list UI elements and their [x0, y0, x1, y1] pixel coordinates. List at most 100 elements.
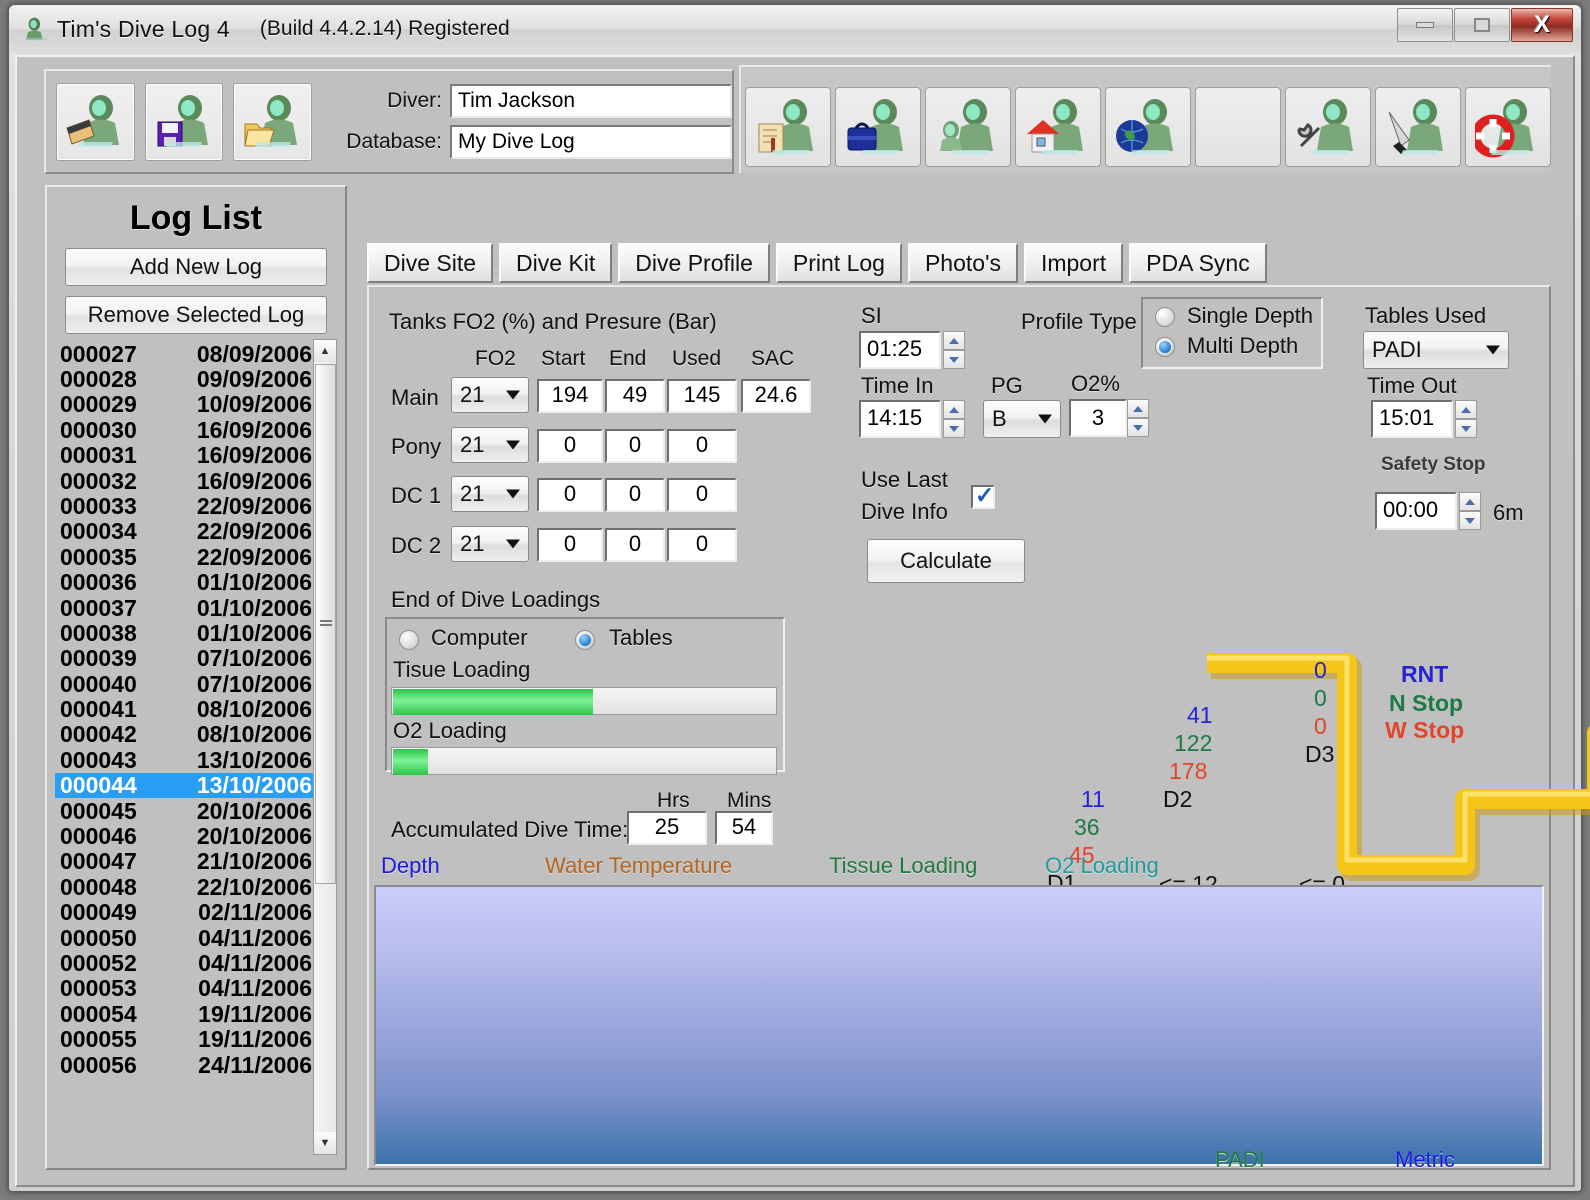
tab-pda-sync[interactable]: PDA Sync: [1129, 243, 1267, 283]
used-dc2[interactable]: 0: [667, 528, 737, 562]
tab-dive-kit[interactable]: Dive Kit: [499, 243, 612, 283]
start-dc2[interactable]: 0: [537, 528, 603, 562]
log-list-item[interactable]: 00003601/10/2006: [55, 570, 313, 595]
log-list-item[interactable]: 00003216/09/2006: [55, 468, 313, 493]
end-dc2[interactable]: 0: [605, 528, 665, 562]
minimize-button[interactable]: [1397, 8, 1453, 42]
pg-select[interactable]: B: [983, 400, 1061, 438]
knife-button[interactable]: [1375, 87, 1461, 167]
open-log-button[interactable]: [233, 83, 312, 161]
log-list-item[interactable]: 00005004/11/2006: [55, 925, 313, 950]
o2pct-spin-up[interactable]: [1127, 399, 1149, 418]
log-list-item[interactable]: 00005304/11/2006: [55, 976, 313, 1001]
diver-input[interactable]: [450, 84, 732, 118]
scrollbar-thumb[interactable]: [315, 364, 336, 884]
log-list-item[interactable]: 00002708/09/2006: [55, 341, 313, 366]
remove-selected-log-button[interactable]: Remove Selected Log: [65, 296, 327, 334]
fo2-select-main[interactable]: 21: [451, 377, 529, 413]
log-list-item[interactable]: 00003322/09/2006: [55, 494, 313, 519]
o2pct-spin-down[interactable]: [1127, 418, 1149, 437]
tab-dive-site[interactable]: Dive Site: [367, 243, 493, 283]
radio-single-depth[interactable]: [1155, 307, 1175, 327]
si-spinner[interactable]: [943, 331, 965, 369]
si-spin-down[interactable]: [943, 350, 965, 369]
used-pony[interactable]: 0: [667, 429, 737, 463]
tab-photos[interactable]: Photo's: [908, 243, 1018, 283]
time-out-input[interactable]: 15:01: [1371, 400, 1453, 438]
scroll-up-arrow[interactable]: ▲: [314, 340, 336, 362]
safety-stop-spinner[interactable]: [1459, 492, 1481, 530]
sac-main[interactable]: 24.6: [741, 379, 811, 413]
log-list-item[interactable]: 00003016/09/2006: [55, 418, 313, 443]
used-dc1[interactable]: 0: [667, 478, 737, 512]
maximize-button[interactable]: [1454, 8, 1510, 42]
log-list-item[interactable]: 00005624/11/2006: [55, 1052, 313, 1077]
radio-multi-depth[interactable]: [1155, 337, 1175, 357]
end-pony[interactable]: 0: [605, 429, 665, 463]
log-list-item[interactable]: 00005519/11/2006: [55, 1027, 313, 1052]
safety-button[interactable]: [1465, 87, 1551, 167]
safety-stop-input[interactable]: 00:00: [1375, 492, 1457, 530]
time-in-spinner[interactable]: [943, 400, 965, 438]
time-in-spin-up[interactable]: [943, 400, 965, 419]
fo2-select-pony[interactable]: 21: [451, 427, 529, 463]
safety-stop-spin-down[interactable]: [1459, 511, 1481, 530]
save-log-button[interactable]: [145, 83, 224, 161]
logbook-button[interactable]: [745, 87, 831, 167]
buddies-button[interactable]: [925, 87, 1011, 167]
log-list-item[interactable]: 00005419/11/2006: [55, 1002, 313, 1027]
time-in-input[interactable]: 14:15: [859, 400, 941, 438]
time-in-spin-down[interactable]: [943, 419, 965, 438]
log-list-item[interactable]: 00003422/09/2006: [55, 519, 313, 544]
safety-stop-spin-up[interactable]: [1459, 492, 1481, 511]
log-list-scroll-area[interactable]: 00002608/09/200600002708/09/200600002809…: [55, 339, 341, 1155]
tab-dive-profile[interactable]: Dive Profile: [618, 243, 770, 283]
log-list-item[interactable]: 00003701/10/2006: [55, 595, 313, 620]
log-list-item[interactable]: 00003116/09/2006: [55, 443, 313, 468]
radio-tables[interactable]: [575, 630, 595, 650]
time-out-spin-up[interactable]: [1455, 400, 1477, 419]
radio-computer[interactable]: [399, 630, 419, 650]
use-last-dive-info-checkbox[interactable]: [971, 485, 995, 509]
database-input[interactable]: [450, 125, 732, 159]
fo2-select-dc2[interactable]: 21: [451, 526, 529, 562]
log-list-item[interactable]: 00003522/09/2006: [55, 545, 313, 570]
log-list-item[interactable]: 00003801/10/2006: [55, 621, 313, 646]
time-out-spinner[interactable]: [1455, 400, 1477, 438]
log-list-item[interactable]: 00004208/10/2006: [55, 722, 313, 747]
home-button[interactable]: [1015, 87, 1101, 167]
tools-button[interactable]: [1285, 87, 1371, 167]
new-log-button[interactable]: [56, 83, 135, 161]
used-main[interactable]: 145: [667, 379, 737, 413]
end-main[interactable]: 49: [605, 379, 665, 413]
close-button[interactable]: X: [1511, 8, 1573, 42]
log-list-item[interactable]: 00003907/10/2006: [55, 646, 313, 671]
accumulated-mins[interactable]: 54: [715, 811, 773, 845]
log-list-item[interactable]: 00002809/09/2006: [55, 367, 313, 392]
log-list-scrollbar[interactable]: ▲ ▼: [313, 339, 337, 1155]
log-list-item[interactable]: 00004007/10/2006: [55, 671, 313, 696]
world-button[interactable]: [1105, 87, 1191, 167]
add-new-log-button[interactable]: Add New Log: [65, 248, 327, 286]
log-list-item[interactable]: 00005204/11/2006: [55, 951, 313, 976]
si-spin-up[interactable]: [943, 331, 965, 350]
start-pony[interactable]: 0: [537, 429, 603, 463]
dive-profile-chart[interactable]: [374, 885, 1544, 1166]
si-input[interactable]: 01:25: [859, 331, 941, 369]
tables-used-select[interactable]: PADI: [1363, 331, 1509, 369]
log-list-item[interactable]: 00004108/10/2006: [55, 697, 313, 722]
log-list-item[interactable]: 00004620/10/2006: [55, 824, 313, 849]
o2pct-input[interactable]: 3: [1069, 399, 1127, 437]
dive-kit-button[interactable]: [835, 87, 921, 167]
calculate-button[interactable]: Calculate: [867, 539, 1025, 583]
log-list-item[interactable]: 00004902/11/2006: [55, 900, 313, 925]
log-list-item[interactable]: 00002910/09/2006: [55, 392, 313, 417]
log-list-item[interactable]: 00004313/10/2006: [55, 748, 313, 773]
start-dc1[interactable]: 0: [537, 478, 603, 512]
log-list-item[interactable]: 00004822/10/2006: [55, 875, 313, 900]
log-list-item[interactable]: 00004520/10/2006: [55, 798, 313, 823]
tab-import[interactable]: Import: [1024, 243, 1123, 283]
blank-button[interactable]: [1195, 87, 1281, 167]
end-dc1[interactable]: 0: [605, 478, 665, 512]
accumulated-hrs[interactable]: 25: [627, 811, 707, 845]
